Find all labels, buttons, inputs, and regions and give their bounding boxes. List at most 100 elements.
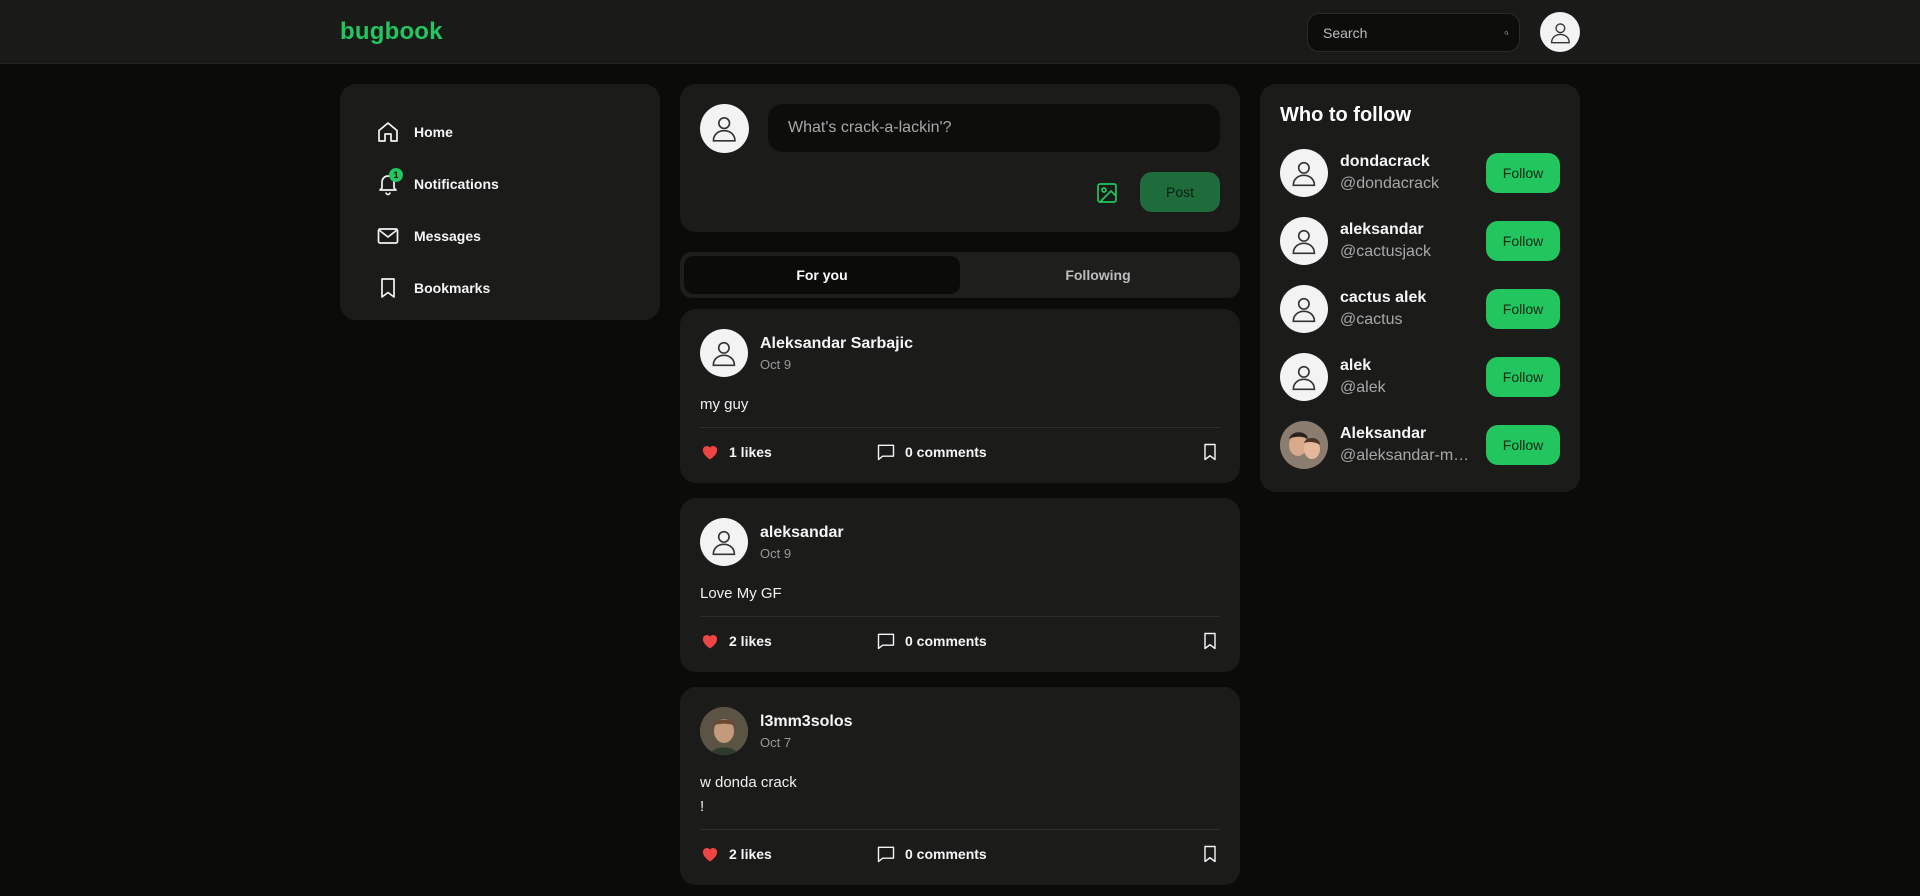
avatar-photo[interactable] <box>1280 421 1328 469</box>
avatar[interactable] <box>700 329 748 377</box>
bookmark-icon[interactable] <box>1200 631 1220 651</box>
heart-icon <box>702 634 718 648</box>
avatar[interactable] <box>700 518 748 566</box>
follow-handle: @cactusjack <box>1340 243 1431 260</box>
post-date[interactable]: Oct 7 <box>760 735 852 750</box>
post-header: l3mm3solos Oct 7 <box>700 707 1220 755</box>
follow-name[interactable]: cactus alek <box>1340 289 1486 307</box>
sidebar-item-label: Notifications <box>414 176 499 192</box>
follow-name[interactable]: Aleksandar <box>1340 425 1486 443</box>
comments-button[interactable]: 0 comments <box>876 442 987 462</box>
like-count: 1 likes <box>729 443 772 460</box>
feed-tabs: For you Following <box>680 252 1240 298</box>
like-button[interactable]: 2 likes <box>700 631 876 651</box>
comment-icon <box>877 633 895 649</box>
who-to-follow-title: Who to follow <box>1280 104 1412 126</box>
post-body: my guy <box>700 396 749 413</box>
post-date[interactable]: Oct 9 <box>760 546 844 561</box>
follow-name[interactable]: aleksandar <box>1340 221 1486 239</box>
follow-button[interactable]: Follow <box>1486 221 1560 261</box>
post-card: aleksandar Oct 9 Love My GF 2 likes 0 co… <box>680 498 1240 672</box>
comment-icon <box>877 846 895 862</box>
follow-button[interactable]: Follow <box>1486 425 1560 465</box>
bell-icon-wrapper: 1 <box>376 168 403 196</box>
sidebar-item-label: Bookmarks <box>414 280 491 296</box>
user-avatar-button[interactable] <box>1540 12 1580 52</box>
like-button[interactable]: 2 likes <box>700 844 876 864</box>
sidebar-item-label: Home <box>414 124 453 140</box>
search-box[interactable] <box>1307 13 1520 52</box>
search-icon[interactable] <box>1504 23 1509 43</box>
sidebar-item-notifications[interactable]: 1 Notifications <box>376 158 624 210</box>
who-to-follow-panel: Who to follow dondacrack @dondacrack Fol… <box>1260 84 1580 492</box>
profile-photo-icon <box>700 707 748 755</box>
heart-icon <box>702 445 718 459</box>
post-actions: 2 likes 0 comments <box>700 829 1220 865</box>
sidebar-item-label: Messages <box>414 228 481 244</box>
post-header: aleksandar Oct 9 <box>700 518 1220 566</box>
bookmark-icon[interactable] <box>1200 442 1220 462</box>
post-header: Aleksandar Sarbajic Oct 9 <box>700 329 1220 377</box>
post-card: Aleksandar Sarbajic Oct 9 my guy 1 likes… <box>680 309 1240 483</box>
user-icon <box>1292 366 1316 391</box>
post-button[interactable]: Post <box>1140 172 1220 212</box>
notification-badge: 1 <box>389 168 403 182</box>
avatar-photo[interactable] <box>700 707 748 755</box>
follow-handle: @cactus <box>1340 311 1403 328</box>
avatar <box>700 104 749 153</box>
post-author[interactable]: aleksandar <box>760 524 844 542</box>
follow-name[interactable]: dondacrack <box>1340 153 1486 171</box>
sidebar-nav: Home 1 Notifications Messages Bookmarks <box>340 84 660 320</box>
heart-icon <box>702 847 718 861</box>
sidebar-item-messages[interactable]: Messages <box>376 210 624 262</box>
bookmark-icon[interactable] <box>1200 844 1220 864</box>
follow-suggestion: Aleksandar @aleksandar-mx... Follow <box>1280 411 1560 479</box>
post-input[interactable] <box>768 104 1220 152</box>
comment-count: 0 comments <box>905 443 987 460</box>
like-count: 2 likes <box>729 632 772 649</box>
post-author[interactable]: l3mm3solos <box>760 713 852 731</box>
follow-suggestion: dondacrack @dondacrack Follow <box>1280 139 1560 207</box>
home-icon <box>378 122 398 142</box>
tab-following[interactable]: Following <box>960 256 1236 294</box>
user-icon <box>1550 22 1570 43</box>
post-actions: 1 likes 0 comments <box>700 427 1220 463</box>
comment-icon <box>877 444 895 460</box>
user-icon <box>1292 230 1316 255</box>
post-author[interactable]: Aleksandar Sarbajic <box>760 335 913 353</box>
post-body: w donda crack ! <box>700 774 797 815</box>
avatar[interactable] <box>1280 285 1328 333</box>
follow-suggestion: cactus alek @cactus Follow <box>1280 275 1560 343</box>
sidebar-item-home[interactable]: Home <box>376 106 624 158</box>
avatar[interactable] <box>1280 149 1328 197</box>
user-icon <box>712 531 736 556</box>
user-icon <box>712 342 736 367</box>
comments-button[interactable]: 0 comments <box>876 631 987 651</box>
image-upload-icon[interactable] <box>1095 181 1119 205</box>
follow-handle: @dondacrack <box>1340 175 1439 192</box>
post-card: l3mm3solos Oct 7 w donda crack ! 2 likes… <box>680 687 1240 885</box>
follow-button[interactable]: Follow <box>1486 357 1560 397</box>
avatar[interactable] <box>1280 353 1328 401</box>
follow-suggestion: alek @alek Follow <box>1280 343 1560 411</box>
app-logo[interactable]: bugbook <box>340 18 443 46</box>
mail-icon <box>377 228 399 244</box>
post-date[interactable]: Oct 9 <box>760 357 913 372</box>
comment-count: 0 comments <box>905 845 987 862</box>
like-button[interactable]: 1 likes <box>700 442 876 462</box>
avatar[interactable] <box>1280 217 1328 265</box>
sidebar-item-bookmarks[interactable]: Bookmarks <box>376 262 624 314</box>
like-count: 2 likes <box>729 845 772 862</box>
follow-name[interactable]: alek <box>1340 357 1486 375</box>
user-icon <box>1292 298 1316 323</box>
comments-button[interactable]: 0 comments <box>876 844 987 864</box>
tab-for-you[interactable]: For you <box>684 256 960 294</box>
search-input[interactable] <box>1323 24 1504 41</box>
follow-suggestion: aleksandar @cactusjack Follow <box>1280 207 1560 275</box>
user-icon <box>712 117 737 142</box>
follow-button[interactable]: Follow <box>1486 289 1560 329</box>
post-body: Love My GF <box>700 585 782 602</box>
follow-button[interactable]: Follow <box>1486 153 1560 193</box>
comment-count: 0 comments <box>905 632 987 649</box>
follow-handle: @alek <box>1340 379 1386 396</box>
